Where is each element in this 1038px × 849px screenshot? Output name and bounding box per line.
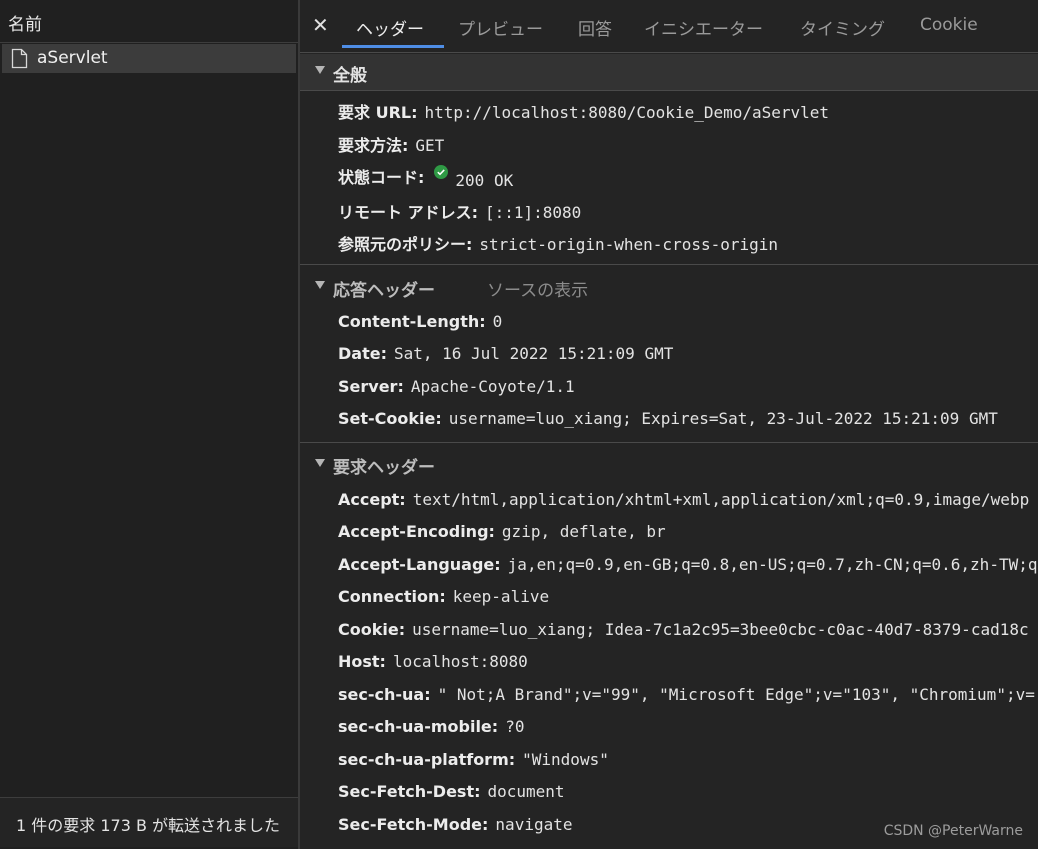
tab-initiator[interactable]: イニシエーター (644, 15, 763, 40)
request-header-row: Accept: text/html,application/xhtml+xml,a… (338, 490, 1029, 509)
header-key: 参照元のポリシー: (338, 235, 473, 254)
header-key: 要求方法: (338, 136, 409, 155)
header-key: 状態コード: (338, 168, 425, 187)
general-row: 参照元のポリシー: strict-origin-when-cross-origin (338, 231, 778, 255)
collapse-triangle-icon (315, 459, 325, 467)
general-row: 状態コード: 200 OK (338, 164, 514, 190)
header-value: username=luo_xiang; Expires=Sat, 23-Jul-… (448, 409, 998, 428)
watermark: CSDN @PeterWarne (883, 823, 1023, 839)
request-header-row: Accept-Language: ja,en;q=0.9,en-GB;q=0.8,… (338, 555, 1037, 574)
response-header-row: Set-Cookie: username=luo_xiang; Expires=S… (338, 409, 998, 428)
header-key: Content-Length: (338, 312, 486, 331)
header-value: ja,en;q=0.9,en-GB;q=0.8,en-US;q=0.7,zh-C… (507, 555, 1038, 574)
header-key: Host: (338, 652, 386, 671)
header-value: text/html,application/xhtml+xml,applicat… (412, 490, 1030, 509)
header-key: Accept-Language: (338, 555, 501, 574)
header-value: Sat, 16 Jul 2022 15:21:09 GMT (393, 344, 674, 363)
tab-response[interactable]: 回答 (578, 15, 612, 40)
header-value: localhost:8080 (392, 652, 528, 671)
header-key: Cookie: (338, 620, 406, 639)
general-row: リモート アドレス: [::1]:8080 (338, 199, 581, 223)
header-value: [::1]:8080 (484, 203, 582, 222)
request-header-row: Sec-Fetch-Dest: document (338, 782, 565, 801)
request-header-row: Connection: keep-alive (338, 587, 549, 606)
name-column-label: 名前 (8, 15, 42, 35)
header-value: keep-alive (452, 587, 550, 606)
header-value: document (487, 782, 565, 801)
request-headers-section-header[interactable]: 要求ヘッダー (300, 445, 1038, 481)
request-header-row: Cookie: username=luo_xiang; Idea-7c1a2c95… (338, 620, 1029, 639)
response-header-row: Content-Length: 0 (338, 312, 502, 331)
status-bar: 1 件の要求 173 B が転送されました (0, 797, 298, 847)
header-value: "Windows" (522, 750, 609, 769)
response-headers-section-header[interactable]: 応答ヘッダー ソースの表示 (300, 267, 1038, 303)
header-value: gzip, deflate, br (501, 522, 666, 541)
general-section-title: 全般 (333, 66, 367, 86)
header-key: sec-ch-ua-platform: (338, 750, 516, 769)
header-key: リモート アドレス: (338, 203, 478, 222)
header-key: Connection: (338, 587, 446, 606)
request-headers-title: 要求ヘッダー (333, 458, 435, 478)
general-row: 要求方法: GET (338, 132, 444, 156)
name-column-header[interactable]: 名前 (0, 0, 298, 43)
collapse-triangle-icon (315, 66, 325, 74)
tab-timing[interactable]: タイミング (800, 15, 885, 40)
header-value: username=luo_xiang; Idea-7c1a2c95=3bee0c… (412, 620, 1029, 639)
header-key: Date: (338, 344, 387, 363)
header-value: 0 (492, 312, 503, 331)
header-key: 要求 URL: (338, 103, 418, 122)
document-icon (11, 48, 28, 73)
details-tab-bar: ✕ ヘッダー プレビュー 回答 イニシエーター タイミング Cookie (300, 0, 1038, 53)
request-row[interactable]: aServlet (2, 44, 296, 73)
header-key: Server: (338, 377, 404, 396)
general-section-header[interactable]: 全般 (300, 54, 1038, 90)
response-header-row: Date: Sat, 16 Jul 2022 15:21:09 GMT (338, 344, 673, 363)
request-header-row: Sec-Fetch-Mode: navigate (338, 815, 572, 834)
general-row: 要求 URL: http://localhost:8080/Cookie_Demo… (338, 99, 829, 123)
view-source-link[interactable]: ソースの表示 (487, 276, 588, 301)
response-header-row: Server: Apache-Coyote/1.1 (338, 377, 575, 396)
header-key: Accept: (338, 490, 406, 509)
active-tab-indicator (342, 45, 444, 48)
header-value: " Not;A Brand";v="99", "Microsoft Edge";… (437, 685, 1035, 704)
status-ok-icon (434, 164, 449, 183)
header-key: Sec-Fetch-Dest: (338, 782, 481, 801)
header-key: sec-ch-ua: (338, 685, 431, 704)
request-header-row: sec-ch-ua-platform: "Windows" (338, 750, 609, 769)
collapse-triangle-icon (315, 281, 325, 289)
header-value: navigate (495, 815, 573, 834)
header-value: http://localhost:8080/Cookie_Demo/aServl… (424, 103, 830, 122)
header-key: sec-ch-ua-mobile: (338, 717, 499, 736)
header-value: 200 OK (455, 171, 514, 190)
close-icon[interactable]: ✕ (312, 14, 330, 36)
header-key: Accept-Encoding: (338, 522, 495, 541)
status-summary: 1 件の要求 173 B が転送されました (16, 816, 281, 835)
header-key: Sec-Fetch-Mode: (338, 815, 489, 834)
response-headers-title: 応答ヘッダー (333, 281, 435, 301)
divider (300, 90, 1038, 91)
tab-cookie[interactable]: Cookie (920, 15, 978, 35)
header-value: GET (415, 136, 445, 155)
request-header-row: Host: localhost:8080 (338, 652, 528, 671)
tab-preview[interactable]: プレビュー (458, 15, 543, 40)
request-list-panel: 名前 aServlet 1 件の要求 173 B が転送されました (0, 0, 300, 849)
request-header-row: Accept-Encoding: gzip, deflate, br (338, 522, 666, 541)
request-header-row: sec-ch-ua-mobile: ?0 (338, 717, 524, 736)
header-value: strict-origin-when-cross-origin (479, 235, 779, 254)
divider (300, 264, 1038, 265)
request-header-row: sec-ch-ua: " Not;A Brand";v="99", "Micros… (338, 685, 1035, 704)
request-name: aServlet (37, 48, 108, 68)
request-details-panel: ✕ ヘッダー プレビュー 回答 イニシエーター タイミング Cookie 全般 … (300, 0, 1038, 849)
divider (300, 442, 1038, 443)
header-key: Set-Cookie: (338, 409, 442, 428)
header-value: ?0 (505, 717, 525, 736)
header-value: Apache-Coyote/1.1 (410, 377, 575, 396)
tab-headers[interactable]: ヘッダー (356, 15, 424, 40)
